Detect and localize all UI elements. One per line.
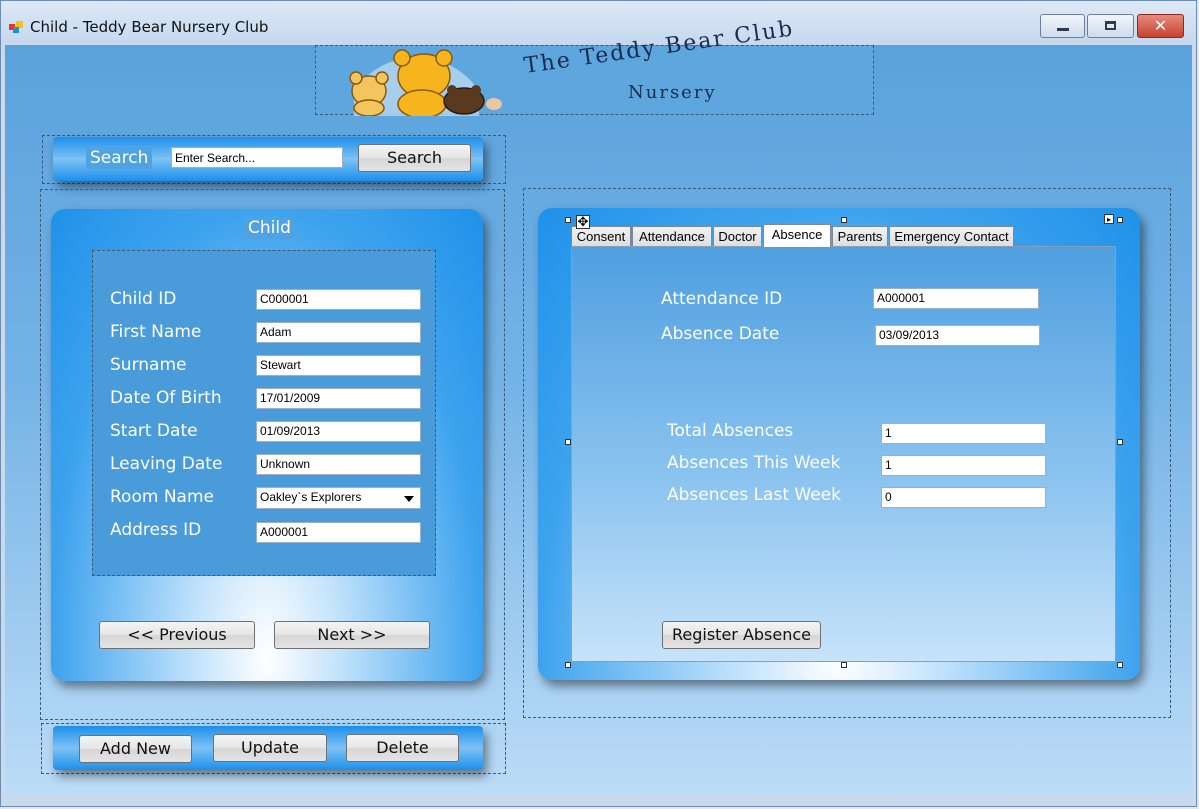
maximize-icon — [1105, 21, 1116, 30]
title-bar[interactable]: Child - Teddy Bear Nursery Club ✕ — [1, 1, 1196, 45]
tab-doctor[interactable]: Doctor — [713, 226, 762, 246]
absences-last-week-label: Absences Last Week — [667, 485, 841, 505]
move-handle-icon[interactable]: ✥ — [576, 215, 590, 230]
room-name-value: Oakley`s Explorers — [260, 490, 362, 504]
window-title: Child - Teddy Bear Nursery Club — [30, 18, 269, 36]
add-new-button[interactable]: Add New — [79, 735, 192, 763]
child-heading: Child — [244, 217, 295, 239]
resize-handle[interactable] — [1117, 217, 1123, 223]
tab-parents[interactable]: Parents — [832, 226, 888, 246]
close-icon: ✕ — [1153, 16, 1168, 35]
tab-absence[interactable]: Absence — [763, 224, 831, 247]
resize-handle[interactable] — [841, 662, 847, 668]
absence-date-field[interactable]: 03/09/2013 — [875, 325, 1040, 346]
address-id-field[interactable]: A000001 — [256, 522, 421, 543]
leaving-date-field[interactable]: Unknown — [256, 454, 421, 475]
total-absences-field[interactable]: 1 — [881, 423, 1046, 444]
start-date-label: Start Date — [110, 421, 198, 441]
form-client-area: The Teddy Bear Club Nursery Search Searc… — [5, 16, 1192, 796]
teddy-bears-image — [349, 49, 502, 116]
total-absences-label: Total Absences — [667, 421, 794, 441]
address-id-label: Address ID — [110, 520, 202, 540]
resize-handle[interactable] — [1117, 662, 1123, 668]
absences-last-week-field[interactable]: 0 — [881, 487, 1046, 508]
smart-tag-icon[interactable]: ▸ — [1104, 214, 1114, 224]
chevron-down-icon[interactable] — [404, 496, 414, 502]
surname-field[interactable]: Stewart — [256, 355, 421, 376]
absences-this-week-label: Absences This Week — [667, 453, 841, 473]
resize-handle[interactable] — [565, 662, 571, 668]
tab-attendance[interactable]: Attendance — [632, 226, 712, 246]
previous-button[interactable]: << Previous — [99, 621, 255, 649]
child-id-field[interactable]: C000001 — [256, 289, 421, 310]
register-absence-button[interactable]: Register Absence — [662, 621, 821, 649]
first-name-field[interactable]: Adam — [256, 322, 421, 343]
minimize-icon — [1057, 28, 1069, 31]
absences-this-week-field[interactable]: 1 — [881, 455, 1046, 476]
resize-handle[interactable] — [565, 439, 571, 445]
app-icon — [9, 21, 23, 33]
delete-button[interactable]: Delete — [346, 734, 459, 762]
start-date-field[interactable]: 01/09/2013 — [256, 421, 421, 442]
tab-emergency-contact[interactable]: Emergency Contact — [889, 226, 1014, 246]
date-of-birth-field[interactable]: 17/01/2009 — [256, 388, 421, 409]
child-id-label: Child ID — [110, 289, 177, 309]
search-button[interactable]: Search — [358, 144, 471, 172]
room-name-label: Room Name — [110, 487, 214, 507]
resize-handle[interactable] — [565, 217, 571, 223]
search-label: Search — [86, 147, 153, 169]
minimize-button[interactable] — [1040, 14, 1085, 38]
resize-handle[interactable] — [1117, 439, 1123, 445]
logo-subtitle: Nursery — [628, 82, 717, 103]
absence-date-label: Absence Date — [661, 324, 780, 344]
first-name-label: First Name — [110, 322, 202, 342]
next-button[interactable]: Next >> — [274, 621, 430, 649]
main-window: Child - Teddy Bear Nursery Club ✕ The Te… — [0, 0, 1197, 807]
leaving-date-label: Leaving Date — [110, 454, 223, 474]
resize-handle[interactable] — [841, 217, 847, 223]
attendance-id-label: Attendance ID — [661, 289, 783, 309]
update-button[interactable]: Update — [213, 734, 327, 762]
room-name-select[interactable]: Oakley`s Explorers — [256, 487, 421, 509]
attendance-id-field[interactable]: A000001 — [873, 288, 1039, 309]
maximize-button[interactable] — [1087, 14, 1134, 38]
logo-banner: The Teddy Bear Club Nursery — [315, 16, 874, 116]
close-button[interactable]: ✕ — [1137, 14, 1184, 38]
surname-label: Surname — [110, 355, 187, 375]
search-input[interactable] — [171, 147, 343, 168]
date-of-birth-label: Date Of Birth — [110, 388, 222, 408]
